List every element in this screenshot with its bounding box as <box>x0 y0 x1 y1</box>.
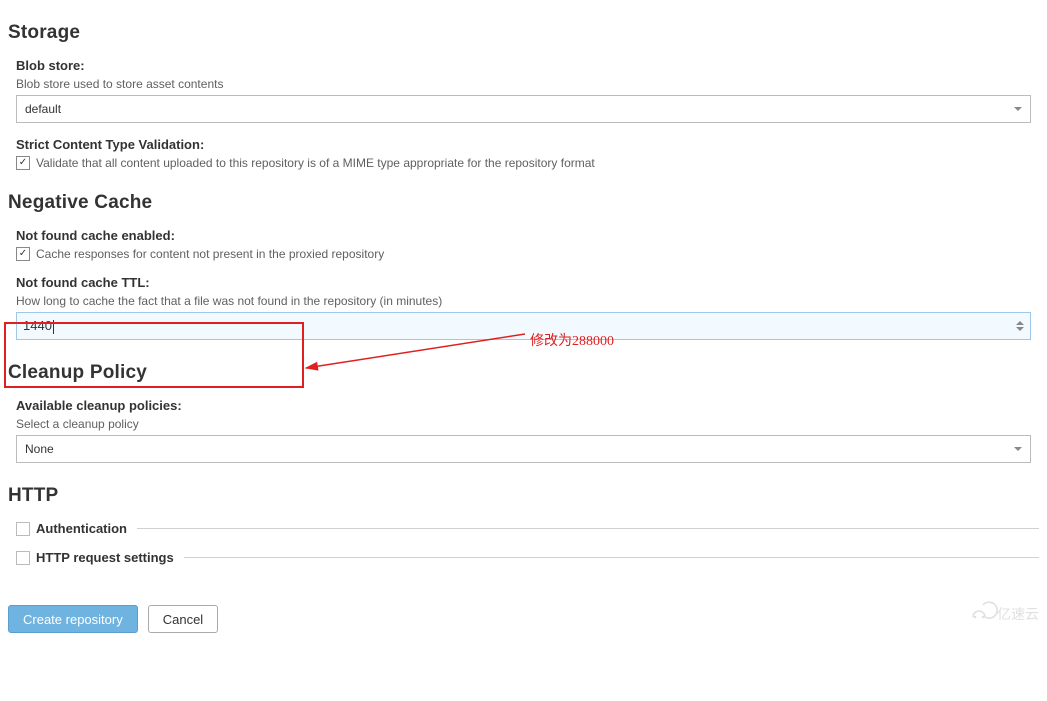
cleanup-available-label: Available cleanup policies: <box>16 398 1039 413</box>
blob-store-value: default <box>25 102 61 116</box>
divider-line <box>184 557 1039 558</box>
nf-cache-enabled-label: Not found cache enabled: <box>16 228 1039 243</box>
cancel-button[interactable]: Cancel <box>148 605 218 633</box>
http-request-settings-row[interactable]: HTTP request settings <box>16 550 1039 565</box>
storage-section-title: Storage <box>8 22 1039 44</box>
nf-cache-ttl-help: How long to cache the fact that a file w… <box>16 294 1039 308</box>
divider-line <box>137 528 1039 529</box>
strict-validation-text: Validate that all content uploaded to th… <box>36 156 595 170</box>
http-authentication-checkbox[interactable] <box>16 522 30 536</box>
chevron-down-icon <box>1014 107 1022 111</box>
annotation-text: 修改为288000 <box>530 330 614 350</box>
nf-cache-ttl-value: 1440 <box>23 318 52 333</box>
blob-store-select[interactable]: default <box>16 95 1031 123</box>
cleanup-policy-select[interactable]: None <box>16 435 1031 463</box>
nf-cache-enabled-checkbox[interactable]: ✓ <box>16 247 30 261</box>
nf-cache-ttl-input[interactable]: 1440 <box>16 312 1031 340</box>
watermark-logo: 亿速云 <box>967 599 1041 627</box>
number-spinner-icon[interactable] <box>1016 321 1024 331</box>
svg-text:亿速云: 亿速云 <box>997 607 1039 623</box>
http-request-settings-label: HTTP request settings <box>36 550 174 565</box>
button-row: Create repository Cancel <box>8 605 1039 633</box>
blob-store-help: Blob store used to store asset contents <box>16 77 1039 91</box>
cleanup-available-help: Select a cleanup policy <box>16 417 1039 431</box>
create-repository-button[interactable]: Create repository <box>8 605 138 633</box>
cleanup-policy-value: None <box>25 442 54 456</box>
http-authentication-label: Authentication <box>36 521 127 536</box>
blob-store-label: Blob store: <box>16 58 1039 73</box>
negative-cache-section-title: Negative Cache <box>8 192 1039 214</box>
http-request-settings-checkbox[interactable] <box>16 551 30 565</box>
chevron-down-icon <box>1014 447 1022 451</box>
strict-validation-checkbox[interactable]: ✓ <box>16 156 30 170</box>
nf-cache-enabled-text: Cache responses for content not present … <box>36 247 384 261</box>
nf-cache-ttl-label: Not found cache TTL: <box>16 275 1039 290</box>
http-section-title: HTTP <box>8 485 1039 507</box>
strict-validation-label: Strict Content Type Validation: <box>16 137 1039 152</box>
cleanup-section-title: Cleanup Policy <box>8 362 1039 384</box>
http-authentication-row[interactable]: Authentication <box>16 521 1039 536</box>
